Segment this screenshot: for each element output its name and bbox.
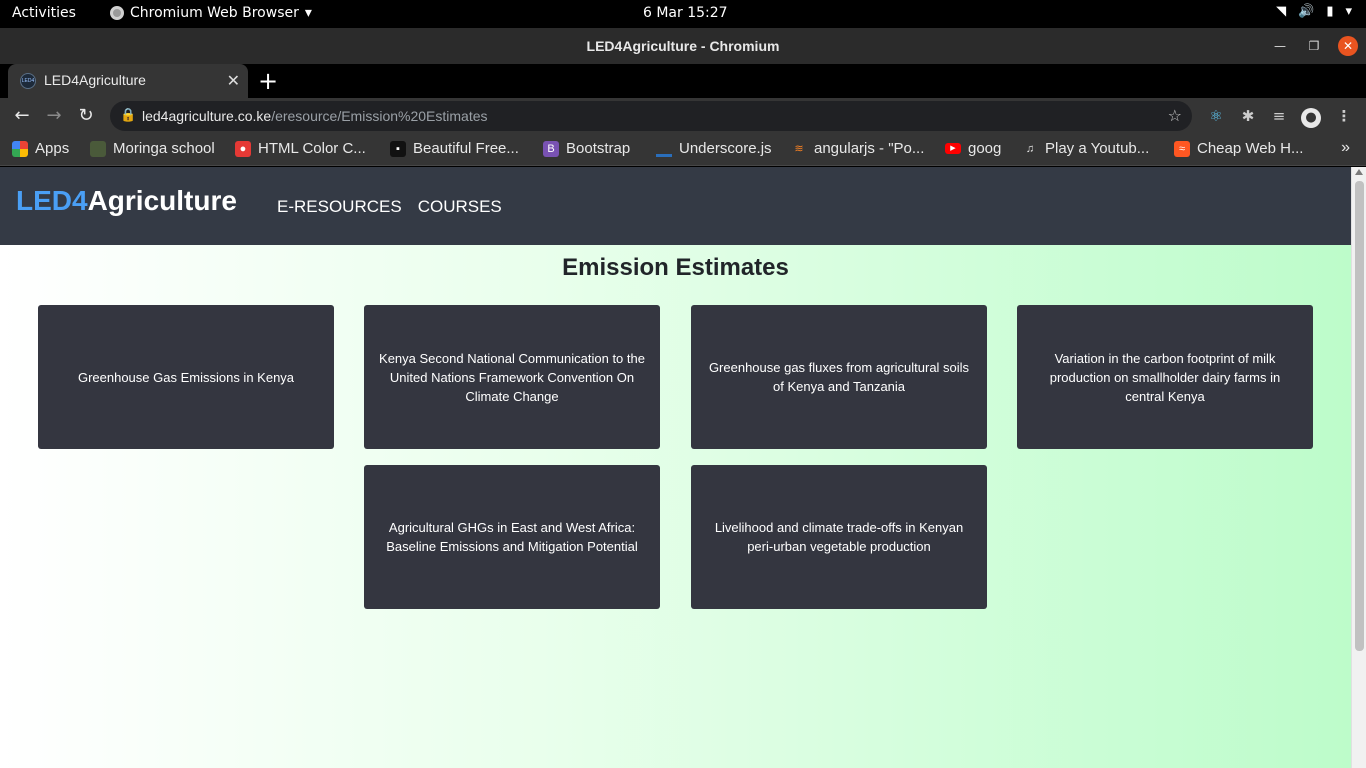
bookmark-cheap-web-hosting[interactable]: ≈ Cheap Web H... [1174,140,1303,157]
resource-card-title: Kenya Second National Communication to t… [379,350,645,404]
kebab-menu-icon[interactable]: ⋮ [1333,105,1355,127]
volume-icon: 🔊 [1298,4,1315,19]
underscore-icon [656,141,672,157]
resource-card-title: Agricultural GHGs in East and West Afric… [386,520,638,554]
bookmark-underscore[interactable]: Underscore.js [656,140,772,157]
url-path: /eresource/Emission%20Estimates [271,108,488,124]
brand-part-agriculture: Agriculture [87,185,237,216]
address-bar[interactable]: 🔒 led4agriculture.co.ke/eresource/Emissi… [110,101,1192,131]
window-title: LED4Agriculture - Chromium [586,38,780,54]
apps-grid-icon [12,140,28,157]
activities-button[interactable]: Activities [12,5,76,21]
html-color-icon: ● [235,140,251,157]
app-menu-label: Chromium Web Browser [130,5,299,21]
youtube-icon: ▶ [945,143,961,154]
system-top-bar: Activities Chromium Web Browser ▾ 6 Mar … [0,0,1366,28]
resource-card-livelihood-climate-tradeoffs[interactable]: Livelihood and climate trade-offs in Ken… [691,465,987,609]
bookmark-star-icon[interactable]: ☆ [1168,106,1182,125]
battery-icon: ▮ [1326,4,1334,19]
scroll-up-arrow-icon[interactable] [1355,169,1363,175]
url-host: led4agriculture.co.ke [142,108,272,124]
brand-part-led4: LED4 [16,185,88,216]
extensions-puzzle-icon[interactable]: ✱ [1237,105,1259,127]
main-content: Emission Estimates Greenhouse Gas Emissi… [0,245,1351,768]
nav-link-e-resources[interactable]: E-RESOURCES [277,197,402,217]
lock-icon[interactable]: 🔒 [120,108,136,123]
nav-link-courses[interactable]: COURSES [418,197,502,217]
resource-card-title: Greenhouse gas fluxes from agricultural … [708,360,970,394]
scrollbar-thumb[interactable] [1355,181,1364,651]
page-title: Emission Estimates [562,254,789,281]
app-menu[interactable]: Chromium Web Browser ▾ [110,5,312,21]
page-scrollbar[interactable] [1351,167,1366,768]
new-tab-button[interactable]: + [258,67,278,95]
maximize-button[interactable]: ❐ [1304,36,1324,56]
music-note-icon: ♫ [1025,142,1035,155]
forward-button[interactable]: → [42,104,66,128]
media-queue-icon[interactable]: ≡ [1268,105,1290,127]
window-title-bar: LED4Agriculture - Chromium — ❐ ✕ [0,28,1366,64]
resource-card-title: Livelihood and climate trade-offs in Ken… [714,520,964,554]
hosting-icon: ≈ [1174,140,1190,157]
page-viewport: LED4Agriculture E-RESOURCES COURSES Emis… [0,167,1366,768]
site-favicon-icon: LED4 [20,73,36,89]
tab-label: LED4Agriculture [44,72,146,88]
resource-card-carbon-footprint-milk[interactable]: Variation in the carbon footprint of mil… [1017,305,1313,449]
clock[interactable]: 6 Mar 15:27 [643,5,728,21]
site-nav-links: E-RESOURCES COURSES [277,197,502,217]
chevron-down-icon: ▾ [1345,4,1352,19]
bookmark-moringa-school[interactable]: Moringa school [90,140,215,157]
resource-card-agricultural-ghgs-africa[interactable]: Agricultural GHGs in East and West Afric… [364,465,660,609]
react-devtools-icon[interactable]: ⚛ [1205,105,1227,127]
resource-card-title: Variation in the carbon footprint of mil… [1049,350,1281,404]
chevron-down-icon: ▾ [304,5,312,21]
url-text[interactable]: led4agriculture.co.ke/eresource/Emission… [142,108,488,124]
resource-card-ghg-fluxes-kenya-tanzania[interactable]: Greenhouse gas fluxes from agricultural … [691,305,987,449]
bookmarks-bar: Apps Moringa school ● HTML Color C... ▪ … [0,134,1366,166]
close-tab-icon[interactable]: ✕ [227,71,240,91]
more-bookmarks-chevron-icon[interactable]: » [1341,139,1350,157]
reload-button[interactable]: ↻ [74,104,98,128]
tab-strip: LED4 LED4Agriculture ✕ + [0,64,1366,98]
wifi-icon: ◥ [1276,4,1287,19]
tab-led4agriculture[interactable]: LED4 LED4Agriculture ✕ [8,64,248,98]
unsplash-icon: ▪ [390,140,406,157]
minimize-button[interactable]: — [1270,36,1290,56]
bookmark-stackoverflow[interactable]: ≋ angularjs - "Po... [791,140,924,157]
bookmark-apps[interactable]: Apps [12,140,69,157]
bootstrap-icon: B [543,140,559,157]
moringa-icon [90,140,106,157]
browser-toolbar: ← → ↻ 🔒 led4agriculture.co.ke/eresource/… [0,98,1366,134]
resource-card-kenya-second-national-communication[interactable]: Kenya Second National Communication to t… [364,305,660,449]
resource-card-title: Greenhouse Gas Emissions in Kenya [77,369,295,385]
back-button[interactable]: ← [10,104,34,128]
bookmark-goog[interactable]: ▶ goog [945,140,1001,157]
site-brand-logo[interactable]: LED4Agriculture [16,185,237,217]
system-tray[interactable]: ◥ 🔊 ▮ ▾ [1276,4,1352,19]
bookmark-html-color-codes[interactable]: ● HTML Color C... [235,140,366,157]
bookmark-bootstrap[interactable]: B Bootstrap [543,140,630,157]
close-window-button[interactable]: ✕ [1338,36,1358,56]
bookmark-unsplash[interactable]: ▪ Beautiful Free... [390,140,519,157]
site-navbar: LED4Agriculture E-RESOURCES COURSES [0,167,1351,245]
resource-card-greenhouse-gas-emissions-kenya[interactable]: Greenhouse Gas Emissions in Kenya [38,305,334,449]
chromium-icon [110,6,124,20]
stackoverflow-icon: ≋ [794,142,804,155]
bookmark-play-youtube[interactable]: ♫ Play a Youtub... [1022,140,1149,157]
profile-avatar-icon[interactable]: ● [1300,105,1322,128]
